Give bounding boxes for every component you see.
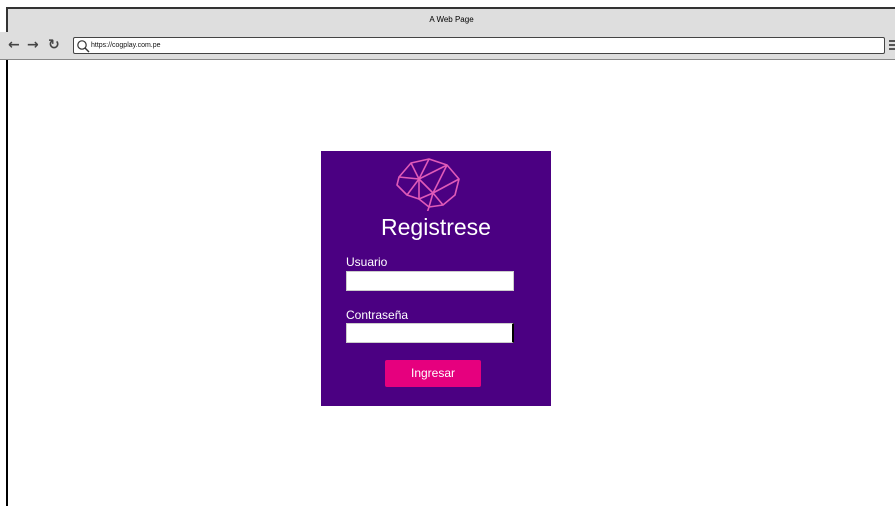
username-label: Usuario [346, 255, 388, 269]
password-label: Contraseña [346, 308, 409, 322]
back-arrow-icon[interactable]: ← [8, 38, 20, 52]
forward-arrow-icon[interactable]: → [27, 38, 39, 52]
address-bar[interactable]: https://cogplay.com.pe [73, 37, 885, 54]
browser-toolbar: ← → ↻ https://cogplay.com.pe [0, 32, 895, 60]
login-card: Registrese Usuario Contraseña Ingresar [321, 151, 551, 406]
brain-logo-icon [396, 158, 460, 211]
page-title: Registrese [381, 214, 491, 240]
password-input[interactable] [346, 323, 514, 343]
login-button[interactable]: Ingresar [385, 360, 481, 387]
window-frame-edge [6, 60, 8, 506]
search-icon [77, 40, 90, 53]
window-title-bar: A Web Page [6, 7, 895, 32]
menu-icon[interactable] [889, 40, 895, 52]
reload-icon[interactable]: ↻ [48, 38, 60, 52]
window-title: A Web Page [429, 15, 474, 24]
browser-window: A Web Page ← → ↻ https://cogplay.com.pe [0, 0, 895, 506]
username-input[interactable] [346, 271, 514, 291]
address-url: https://cogplay.com.pe [91, 42, 161, 49]
